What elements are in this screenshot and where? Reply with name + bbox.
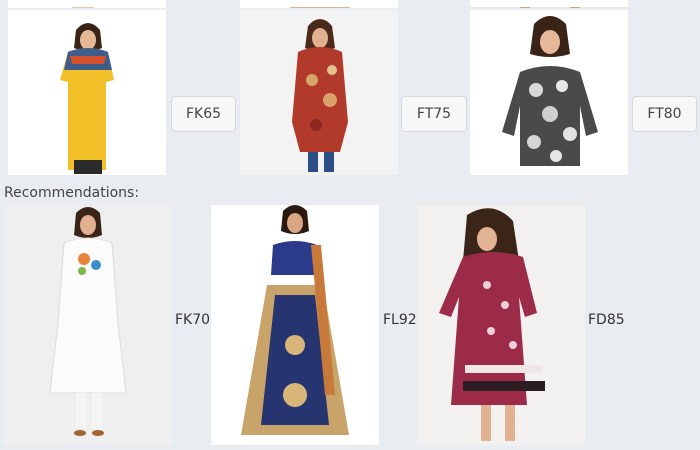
product-photo: [470, 10, 628, 175]
partial-product-card: [470, 0, 628, 8]
product-photo: [4, 205, 172, 445]
recommendation-image-fk70[interactable]: [4, 205, 172, 445]
recommendation-image-fl92[interactable]: [211, 205, 379, 445]
code-button-fk65[interactable]: FK65: [171, 96, 236, 132]
recommendation-code-fl92: FL92: [383, 312, 417, 328]
product-image-fk65[interactable]: [8, 10, 166, 175]
code-button-ft75[interactable]: FT75: [401, 96, 467, 132]
code-button-ft80[interactable]: FT80: [632, 96, 697, 132]
product-image-ft80[interactable]: [470, 10, 628, 175]
recommendation-code-fd85: FD85: [588, 312, 625, 328]
product-photo: [8, 10, 166, 175]
recommendations-heading: Recommendations:: [4, 185, 140, 201]
product-photo: [211, 205, 379, 445]
product-image-ft75[interactable]: [240, 10, 398, 175]
recommendation-code-fk70: FK70: [175, 312, 211, 328]
partial-product-card: [240, 0, 398, 8]
partial-product-card: [8, 0, 166, 8]
product-photo: [240, 10, 398, 175]
recommendation-image-fd85[interactable]: [417, 205, 585, 445]
product-photo: [417, 205, 585, 445]
